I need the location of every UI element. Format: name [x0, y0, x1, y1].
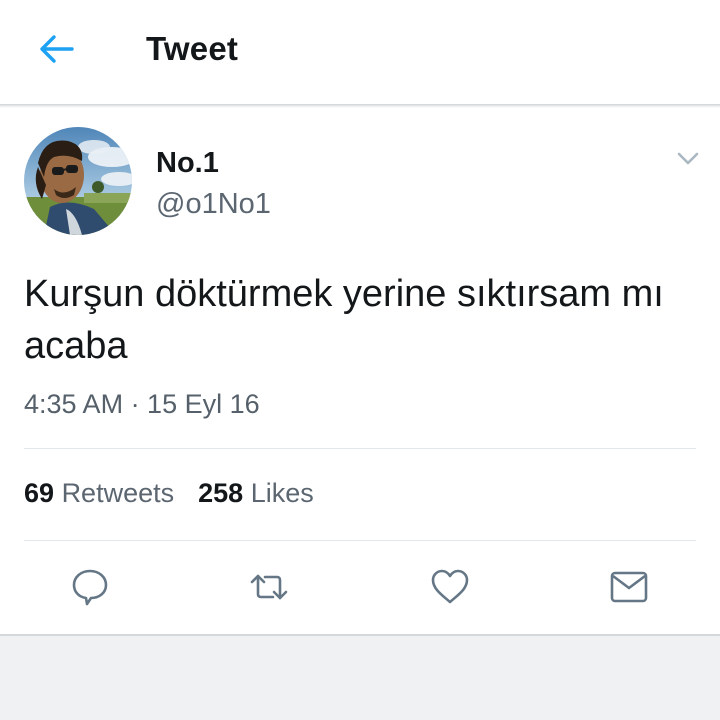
likes-count: 258	[198, 478, 244, 508]
retweets-stat[interactable]: 69 Retweets	[24, 478, 174, 508]
retweet-icon	[250, 574, 288, 600]
author-name[interactable]: No.1	[156, 147, 219, 180]
envelope-icon	[610, 571, 648, 603]
tweet-timestamp: 4:35 AM · 15 Eyl 16	[24, 389, 260, 419]
retweets-label: Retweets	[61, 478, 175, 508]
heart-icon	[431, 569, 469, 604]
like-button[interactable]	[430, 567, 470, 607]
tweet-text: Kurşun döktürmek yerine sıktırsam mı aca…	[24, 273, 664, 367]
top-bar: Tweet	[0, 0, 720, 104]
retweet-button[interactable]	[249, 567, 289, 607]
author-handle[interactable]: @o1No1	[156, 188, 271, 221]
tweet-stats: 69 Retweets 258 Likes	[24, 478, 314, 509]
divider	[24, 540, 696, 541]
reply-icon	[72, 569, 108, 606]
retweets-count: 69	[24, 478, 55, 508]
divider	[24, 448, 696, 449]
reply-button[interactable]	[70, 567, 110, 607]
more-options-button[interactable]	[674, 146, 702, 170]
avatar[interactable]	[24, 127, 132, 235]
arrow-left-icon	[40, 35, 74, 63]
likes-label: Likes	[250, 478, 314, 508]
page-title: Tweet	[146, 30, 239, 67]
direct-message-button[interactable]	[609, 567, 649, 607]
back-button[interactable]	[34, 28, 78, 72]
likes-stat[interactable]: 258 Likes	[198, 478, 314, 508]
header-divider	[0, 104, 720, 108]
footer-area	[0, 636, 720, 720]
chevron-down-icon	[677, 152, 699, 165]
